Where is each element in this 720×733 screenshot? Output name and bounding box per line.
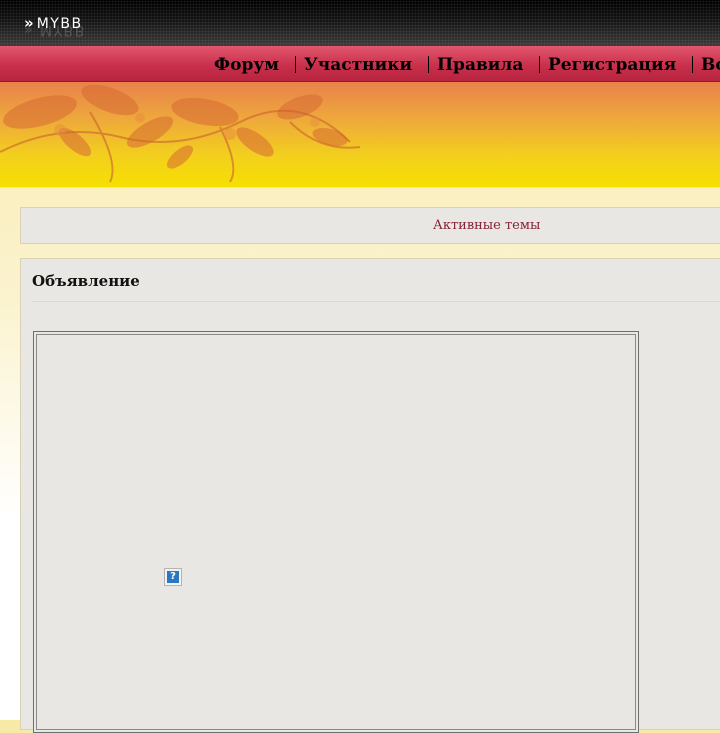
nav-rules-link[interactable]: Правила (437, 55, 523, 75)
logo-reflection: » MYBB (24, 26, 86, 38)
question-mark-icon: ? (167, 571, 179, 583)
nav-separator (428, 56, 429, 73)
embedded-media-frame[interactable]: ? (33, 331, 639, 733)
nav-login-link[interactable]: Во (701, 55, 720, 75)
announcement-title: Объявление (32, 272, 140, 290)
embedded-media-inner (36, 334, 636, 730)
nav-register-link[interactable]: Регистрация (548, 55, 676, 75)
nav-separator (692, 56, 693, 73)
main-navigation: Форум Участники Правила Регистрация Во (0, 46, 720, 82)
nav-members-link[interactable]: Участники (304, 55, 412, 75)
nav-separator (539, 56, 540, 73)
active-topics-panel: Активные темы (20, 207, 720, 244)
header-banner (0, 82, 720, 188)
nav-separator (295, 56, 296, 73)
active-topics-link[interactable]: Активные темы (433, 218, 540, 233)
top-bar: » MYBB » MYBB (0, 0, 720, 46)
missing-plugin-icon[interactable]: ? (164, 568, 182, 586)
divider (32, 301, 720, 302)
nav-forum-link[interactable]: Форум (214, 55, 279, 75)
announcement-panel: Объявление ? (20, 258, 720, 733)
orchid-decoration-icon (0, 84, 361, 183)
